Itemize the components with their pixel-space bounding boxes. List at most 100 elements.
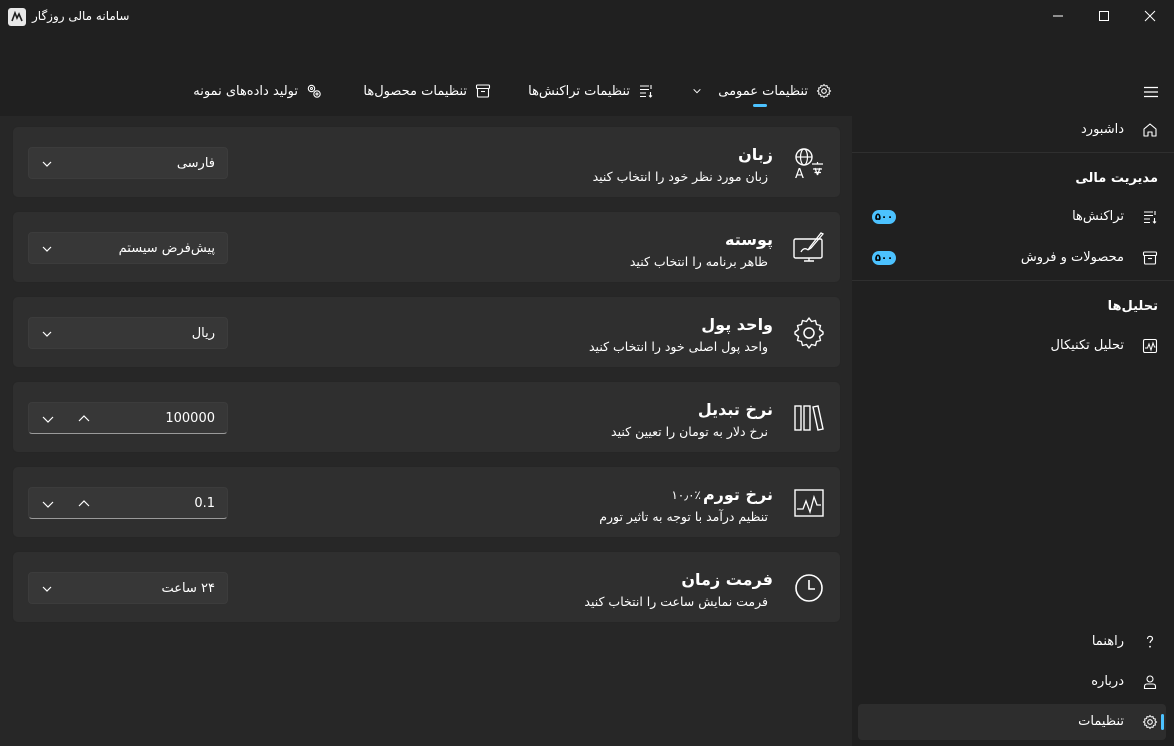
tab-product-settings[interactable]: تنظیمات محصول‌ها — [363, 78, 491, 104]
minimize-button[interactable] — [1035, 0, 1081, 32]
setting-card-time-format: فرمت زمان فرمت نمایش ساعت را انتخاب کنید… — [12, 551, 841, 623]
archive-icon — [1142, 250, 1158, 266]
combo-selected-value: ۲۴ ساعت — [161, 581, 215, 596]
chevron-down-icon — [42, 161, 52, 167]
setting-title: واحد پول — [701, 315, 773, 334]
sidebar-divider — [852, 152, 1174, 153]
inflation-number-box[interactable]: 0.1 — [28, 487, 228, 519]
minimize-icon — [1053, 15, 1063, 17]
chevron-down-icon — [42, 331, 52, 337]
spin-down-icon[interactable] — [41, 413, 55, 425]
setting-description: زبان مورد نظر خود را انتخاب کنید — [592, 169, 768, 184]
tab-label: تنظیمات محصول‌ها — [363, 83, 467, 99]
title-bar: سامانه مالی روزگار — [0, 0, 1174, 34]
hamburger-icon — [1144, 86, 1158, 98]
setting-title: فرمت زمان — [681, 570, 773, 589]
library-icon — [792, 401, 826, 435]
theme-brush-icon — [792, 231, 826, 265]
window-title: سامانه مالی روزگار — [32, 9, 130, 23]
spin-up-icon[interactable] — [77, 498, 91, 510]
gear-icon — [1142, 714, 1158, 730]
setting-description: واحد پول اصلی خود را انتخاب کنید — [589, 339, 768, 354]
setting-description: ظاهر برنامه را انتخاب کنید — [629, 254, 768, 269]
combo-selected-value: ریال — [191, 326, 215, 341]
setting-title: زبان — [738, 145, 773, 164]
sidebar-item-technical-analysis[interactable]: تحلیل تکنیکال — [858, 328, 1166, 364]
spin-down-icon[interactable] — [41, 498, 55, 510]
exchange-rate-number-box[interactable]: 100000 — [28, 402, 228, 434]
sidebar-item-label: تنظیمات — [1078, 714, 1124, 729]
spin-up-icon[interactable] — [77, 413, 91, 425]
setting-card-theme: پوسته ظاهر برنامه را انتخاب کنید پیش‌فرض… — [12, 211, 841, 283]
close-icon — [1144, 10, 1156, 22]
sidebar-item-about[interactable]: درباره — [858, 664, 1166, 700]
tab-generate-sample-data[interactable]: تولید داده‌های نمونه — [193, 78, 322, 104]
setting-card-exchange-rate: نرخ تبدیل نرخ دلار به تومان را تعیین کنی… — [12, 381, 841, 453]
language-combobox[interactable]: فارسی — [28, 147, 228, 179]
setting-title: نرخ تبدیل — [697, 400, 773, 419]
sidebar-item-label: راهنما — [1091, 634, 1124, 649]
setting-card-inflation: نرخ تورم ۱۰٫۰٪ تنظیم درآمد با توجه به تا… — [12, 466, 841, 538]
selection-indicator — [1161, 714, 1164, 730]
tab-general-settings[interactable]: تنظیمات عمومی — [692, 78, 832, 104]
count-badge: ۵۰۰ — [872, 210, 896, 224]
chevron-down-icon — [42, 586, 52, 592]
close-button[interactable] — [1127, 0, 1173, 32]
settings-tab-bar: تنظیمات عمومی تنظیمات تراکنش‌ها تنظیمات … — [0, 66, 852, 116]
sidebar-item-help[interactable]: راهنما — [858, 624, 1166, 660]
sidebar-item-products[interactable]: محصولات و فروش ۵۰۰ — [858, 240, 1166, 276]
clock-icon — [792, 571, 826, 605]
sidebar-section-finance: مدیریت مالی — [1075, 171, 1158, 186]
maximize-icon — [1099, 11, 1109, 21]
maximize-button[interactable] — [1081, 0, 1127, 32]
sidebar-item-label: تحلیل تکنیکال — [1050, 338, 1124, 353]
sidebar-item-transactions[interactable]: تراکنش‌ها ۵۰۰ — [858, 199, 1166, 235]
app-logo-icon — [8, 8, 26, 26]
chevron-down-icon — [693, 88, 701, 94]
list-icon — [1142, 209, 1158, 225]
list-icon — [640, 85, 653, 98]
setting-description: فرمت نمایش ساعت را انتخاب کنید — [584, 594, 768, 609]
sidebar-item-label: تراکنش‌ها — [1072, 209, 1124, 224]
setting-description: تنظیم درآمد با توجه به تاثیر تورم — [599, 509, 768, 524]
setting-description: نرخ دلار به تومان را تعیین کنید — [611, 424, 768, 439]
inflation-value-label: ۱۰٫۰٪ — [671, 488, 701, 502]
navigation-sidebar: داشبورد مدیریت مالی تراکنش‌ها ۵۰۰ محصولا… — [852, 34, 1174, 746]
gear-icon — [792, 316, 826, 350]
translate-icon: A — [792, 146, 826, 182]
sidebar-section-analysis: تحلیل‌ها — [1107, 299, 1158, 314]
chart-icon — [792, 486, 826, 520]
sidebar-item-label: درباره — [1091, 674, 1124, 689]
sidebar-item-label: داشبورد — [1081, 122, 1124, 137]
chart-icon — [1142, 338, 1158, 354]
combo-selected-value: فارسی — [176, 156, 215, 171]
tab-label: تولید داده‌های نمونه — [193, 83, 298, 99]
gears-icon — [307, 84, 321, 98]
sidebar-divider — [852, 280, 1174, 281]
time-format-combobox[interactable]: ۲۴ ساعت — [28, 572, 228, 604]
tab-label: تنظیمات تراکنش‌ها — [528, 83, 630, 99]
person-icon — [1142, 674, 1158, 690]
svg-text:A: A — [795, 167, 804, 180]
sidebar-item-settings[interactable]: تنظیمات — [858, 704, 1166, 740]
sidebar-item-label: محصولات و فروش — [1020, 250, 1124, 265]
number-box-value: 0.1 — [194, 496, 215, 511]
content-area: تنظیمات عمومی تنظیمات تراکنش‌ها تنظیمات … — [0, 66, 852, 746]
help-icon — [1142, 634, 1158, 650]
sidebar-item-dashboard[interactable]: داشبورد — [858, 112, 1166, 148]
setting-title: نرخ تورم — [702, 485, 773, 504]
setting-card-currency: واحد پول واحد پول اصلی خود را انتخاب کنی… — [12, 296, 841, 368]
tab-selected-indicator — [753, 104, 767, 107]
tab-transaction-settings[interactable]: تنظیمات تراکنش‌ها — [528, 78, 654, 104]
archive-icon — [475, 84, 491, 98]
menu-toggle-button[interactable] — [1136, 80, 1166, 104]
home-icon — [1142, 122, 1158, 138]
setting-card-language: A زبان زبان مورد نظر خود را انتخاب کنید … — [12, 126, 841, 198]
tab-label: تنظیمات عمومی — [718, 83, 808, 99]
gear-icon — [816, 83, 832, 99]
theme-combobox[interactable]: پیش‌فرض سیستم — [28, 232, 228, 264]
combo-selected-value: پیش‌فرض سیستم — [118, 241, 215, 256]
number-box-value: 100000 — [165, 411, 215, 426]
currency-combobox[interactable]: ریال — [28, 317, 228, 349]
chevron-down-icon — [42, 246, 52, 252]
